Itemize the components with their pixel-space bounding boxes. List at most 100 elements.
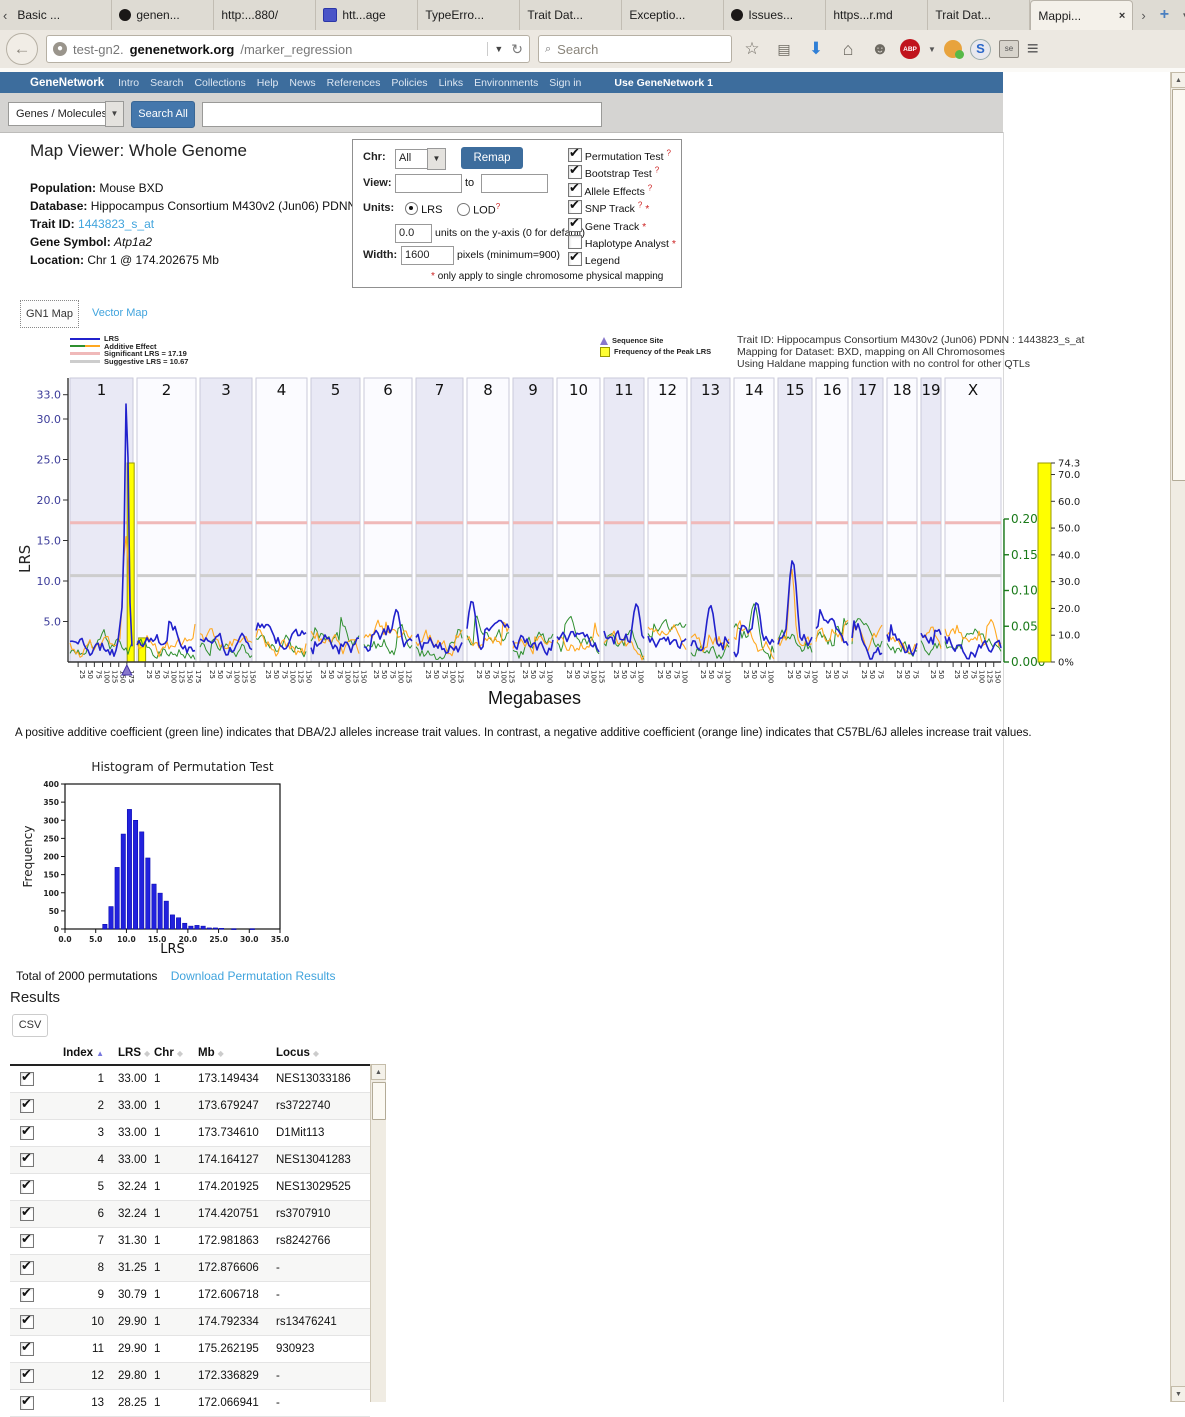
units-lod-radio[interactable]: LOD? [457,202,500,217]
row-checkbox[interactable]: ✔ [20,1126,34,1140]
browser-tab-5[interactable]: TypeErro... [418,0,520,30]
chromosome-select[interactable]: All [395,149,430,169]
brand-genenetwork[interactable]: GeneNetwork [30,77,104,89]
row-checkbox[interactable]: ✔ [20,1315,34,1329]
view-from-input[interactable] [395,174,462,193]
checkbox-box[interactable]: ✔ [568,252,582,266]
nav-item-help[interactable]: Help [257,77,279,89]
sort-icon[interactable]: ◆ [218,1049,224,1058]
scrapbook-icon[interactable]: se [999,40,1019,58]
browser-tab-6[interactable]: Trait Dat... [520,0,622,30]
row-checkbox[interactable]: ✔ [20,1261,34,1275]
skype-s-icon[interactable]: S [970,39,991,60]
download-permutation-link[interactable]: Download Permutation Results [171,969,336,983]
table-scrollbar[interactable]: ▲ [370,1064,386,1402]
row-checkbox[interactable]: ✔ [20,1396,34,1410]
url-bar[interactable]: ● test-gn2.genenetwork.org/marker_regres… [46,35,530,63]
help-question[interactable]: ? [648,183,652,192]
help-question[interactable]: ? [666,149,670,158]
search-all-button[interactable]: Search All [131,101,195,128]
row-checkbox[interactable]: ✔ [20,1234,34,1248]
browser-tab-2[interactable]: genen... [112,0,214,30]
checkbox-haplotype-analyst[interactable]: Haplotype Analyst * [568,235,676,250]
chromosome-select-arrow-icon[interactable]: ▼ [427,148,446,170]
checkbox-bootstrap-test[interactable]: ✔ Bootstrap Test ? [568,165,659,180]
abp-dropdown-icon[interactable]: ▼ [928,45,936,54]
checkbox-box[interactable]: ✔ [568,218,582,232]
new-tab-button[interactable]: + [1160,6,1169,24]
table-scroll-up-icon[interactable]: ▲ [371,1064,386,1080]
tab-gn1-map[interactable]: GN1 Map [20,300,79,328]
adblock-abp-icon[interactable]: ABP [900,39,920,59]
browser-tab-11[interactable]: Mappi...× [1030,0,1133,30]
browser-tab-7[interactable]: Exceptio... [622,0,724,30]
window-scrollbar[interactable]: ▲ ▼ [1170,72,1185,1402]
row-checkbox[interactable]: ✔ [20,1369,34,1383]
tab-vector-map[interactable]: Vector Map [92,307,148,319]
nav-item-policies[interactable]: Policies [391,77,427,89]
nav-item-sign-in[interactable]: Sign in [549,77,581,89]
reload-icon[interactable]: ↻ [511,41,523,58]
nav-item-collections[interactable]: Collections [194,77,245,89]
column-header-mb[interactable]: Mb◆ [198,1047,276,1059]
sort-icon[interactable]: ◆ [313,1049,319,1058]
checkbox-box[interactable] [568,235,582,249]
sort-icon[interactable]: ◆ [177,1049,183,1058]
nav-item-search[interactable]: Search [150,77,183,89]
nav-item-environments[interactable]: Environments [474,77,538,89]
column-header-index[interactable]: Index▲ [52,1047,104,1059]
browser-tab-3[interactable]: http:...880/ [214,0,316,30]
width-input[interactable]: 1600 [401,246,454,265]
sort-asc-icon[interactable]: ▲ [96,1049,104,1058]
feedback-smiley-icon[interactable]: ☻ [868,39,892,59]
browser-tab-4[interactable]: htt...age [316,0,418,30]
menu-icon[interactable]: ≡ [1027,38,1039,61]
yaxis-units-input[interactable]: 0.0 [395,224,432,243]
browser-search-input[interactable]: ⌕ Search [538,35,732,63]
row-checkbox[interactable]: ✔ [20,1072,34,1086]
nav-item-references[interactable]: References [327,77,381,89]
nav-item-intro[interactable]: Intro [118,77,139,89]
back-button[interactable]: ← [6,33,38,65]
checkbox-box[interactable]: ✔ [568,183,582,197]
checkbox-permutation-test[interactable]: ✔ Permutation Test ? [568,148,671,163]
view-to-input[interactable] [481,174,548,193]
csv-button[interactable]: CSV [12,1014,48,1037]
url-dropdown-icon[interactable]: ▼ [487,42,505,56]
info-value[interactable]: 1443823_s_at [78,217,154,231]
checkbox-snp-track[interactable]: ✔ SNP Track ? * [568,200,649,215]
window-scroll-down-icon[interactable]: ▼ [1171,1386,1185,1402]
category-select[interactable]: Genes / Molecules [8,102,114,126]
checkbox-gene-track[interactable]: ✔ Gene Track * [568,218,646,233]
bookmark-star-icon[interactable]: ☆ [740,39,764,59]
row-checkbox[interactable]: ✔ [20,1153,34,1167]
checkbox-allele-effects[interactable]: ✔ Allele Effects ? [568,183,652,198]
column-header-lrs[interactable]: LRS◆ [104,1047,152,1059]
sort-icon[interactable]: ◆ [144,1049,150,1058]
remap-button[interactable]: Remap [461,147,523,169]
browser-tab-1[interactable]: Basic ... [10,0,112,30]
checkbox-legend[interactable]: ✔ Legend [568,252,620,267]
tab-close-icon[interactable]: × [1119,10,1125,22]
checkbox-box[interactable]: ✔ [568,200,582,214]
browser-tab-9[interactable]: https...r.md [826,0,928,30]
checkbox-box[interactable]: ✔ [568,148,582,162]
browser-tab-10[interactable]: Trait Dat... [928,0,1030,30]
browser-tab-8[interactable]: Issues... [724,0,826,30]
reading-list-icon[interactable]: ▤ [772,41,796,58]
row-checkbox[interactable]: ✔ [20,1180,34,1194]
column-header-chr[interactable]: Chr◆ [152,1047,198,1059]
site-identity-icon[interactable]: ● [53,42,67,56]
window-scrollbar-thumb[interactable] [1172,89,1185,481]
download-arrow-icon[interactable]: ⬇ [804,39,828,59]
row-checkbox[interactable]: ✔ [20,1099,34,1113]
nav-item-news[interactable]: News [289,77,315,89]
row-checkbox[interactable]: ✔ [20,1288,34,1302]
row-checkbox[interactable]: ✔ [20,1342,34,1356]
units-lrs-radio[interactable]: LRS [405,202,442,216]
help-question[interactable]: ? [655,166,659,175]
tab-scroll-left-icon[interactable]: ‹ [0,0,10,30]
nav-item-links[interactable]: Links [439,77,464,89]
tab-overflow-icon[interactable]: › [1141,8,1145,23]
window-scroll-up-icon[interactable]: ▲ [1171,72,1185,88]
